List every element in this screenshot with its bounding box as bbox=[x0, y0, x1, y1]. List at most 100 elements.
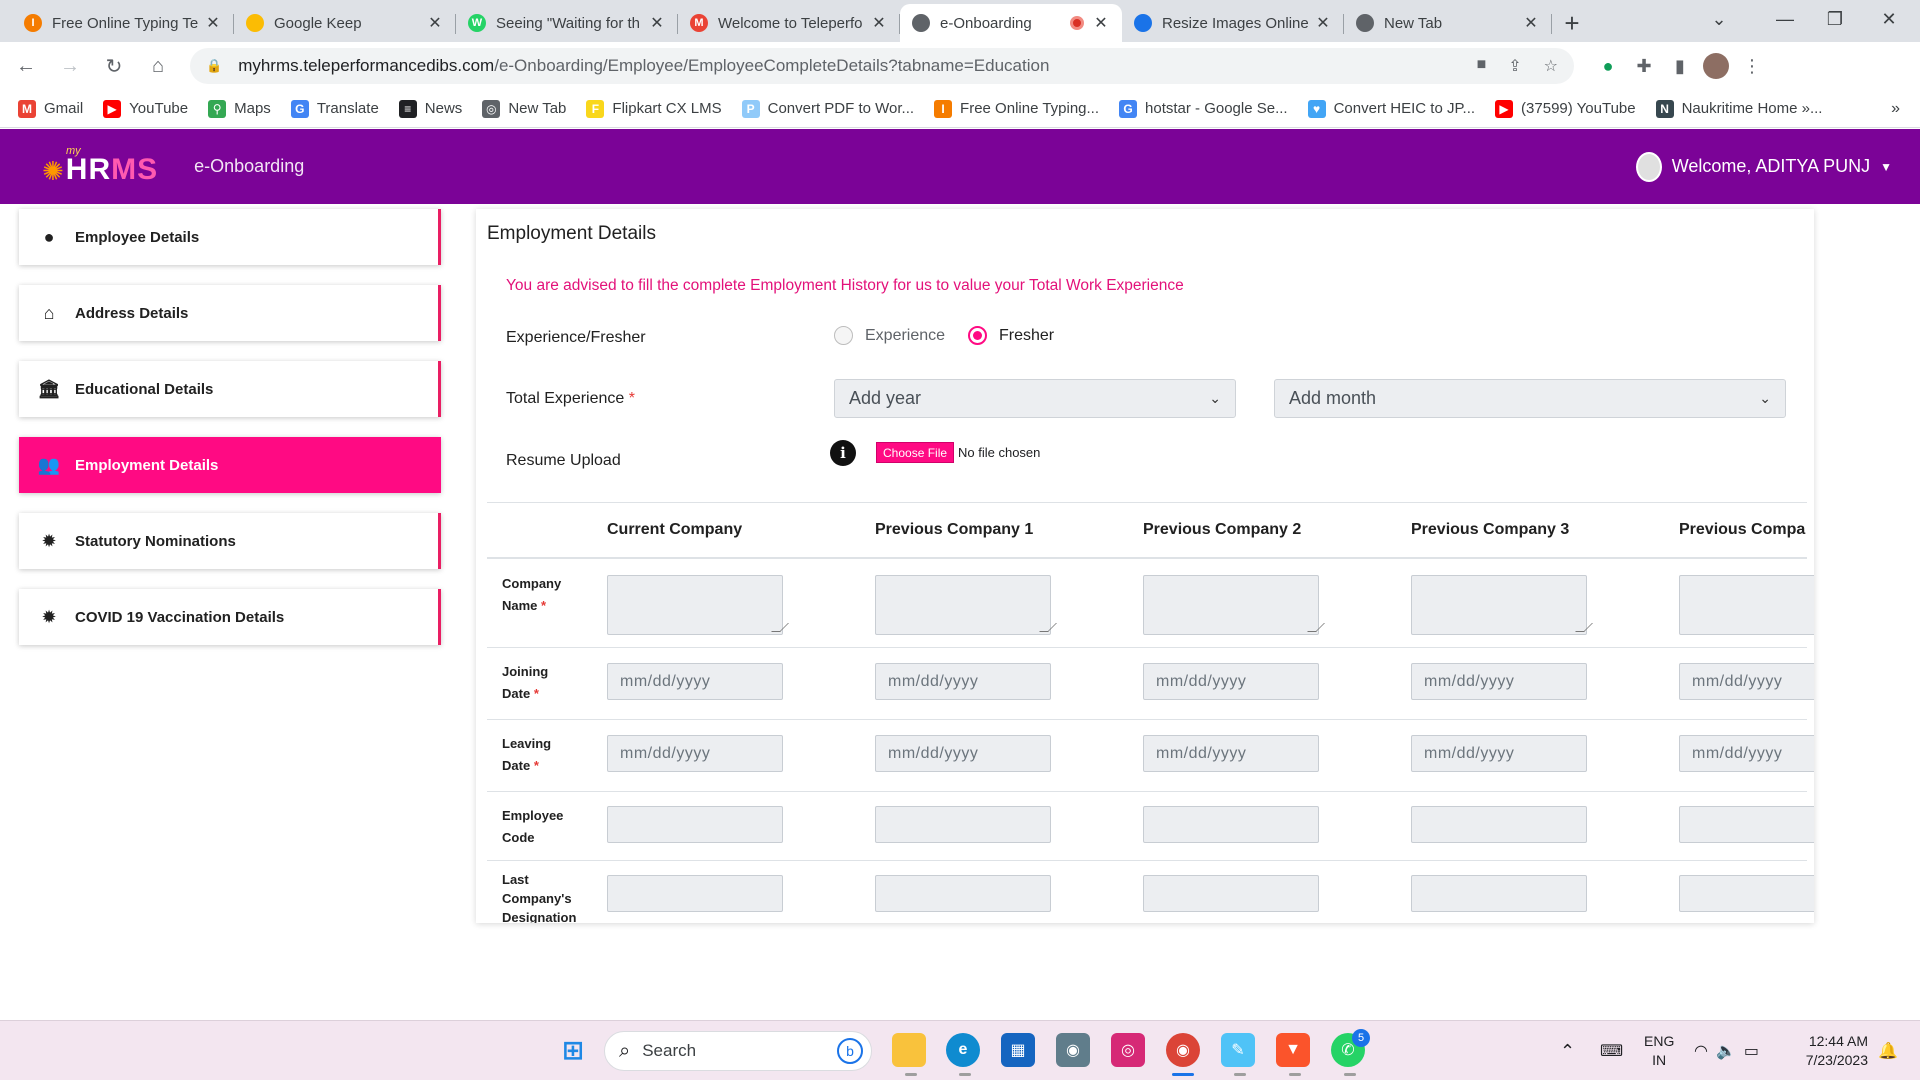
joining-date-input[interactable]: mm/dd/yyyy bbox=[1411, 663, 1587, 700]
leaving-date-input[interactable]: mm/dd/yyyy bbox=[607, 735, 783, 772]
camera-icon[interactable]: ■ bbox=[1477, 56, 1487, 76]
radio-fresher[interactable]: Fresher bbox=[968, 326, 1054, 345]
company-name-textarea[interactable] bbox=[875, 575, 1051, 635]
share-icon[interactable]: ⇪ bbox=[1508, 56, 1521, 76]
clock[interactable]: 12:44 AM 7/23/2023 bbox=[1796, 1021, 1868, 1081]
address-bar[interactable]: 🔒 myhrms.teleperformancedibs.com/e-Onboa… bbox=[190, 48, 1574, 84]
employee-code-input[interactable] bbox=[1143, 806, 1319, 843]
bookmark-item[interactable]: Ghotstar - Google Se... bbox=[1119, 99, 1288, 118]
system-tray[interactable]: ◠ 🔈 ▭ bbox=[1694, 1021, 1759, 1081]
user-menu[interactable]: Welcome, ADITYA PUNJ ▼ bbox=[1635, 151, 1892, 182]
tab-close-icon[interactable]: ✕ bbox=[1092, 13, 1110, 33]
sidebar-item[interactable]: 👥 Employment Details bbox=[19, 437, 441, 493]
bookmarks-overflow-icon[interactable]: » bbox=[1891, 100, 1900, 118]
designation-input[interactable] bbox=[1411, 875, 1587, 912]
joining-date-input[interactable]: mm/dd/yyyy bbox=[607, 663, 783, 700]
sidebar-item[interactable]: 🏛 Educational Details bbox=[19, 361, 441, 417]
bookmark-item[interactable]: P Convert PDF to Wor... bbox=[741, 99, 914, 118]
tab-close-icon[interactable]: ✕ bbox=[648, 13, 666, 33]
bookmark-item[interactable]: F Flipkart CX LMS bbox=[586, 99, 722, 118]
sidebar-item[interactable]: ⌂ Address Details bbox=[19, 285, 441, 341]
employee-code-input[interactable] bbox=[1679, 806, 1814, 843]
bookmark-item[interactable]: ⚲ Maps bbox=[208, 99, 271, 118]
tab-close-icon[interactable]: ✕ bbox=[1522, 13, 1540, 33]
browser-tab[interactable]: e-Onboarding ✕ bbox=[900, 4, 1122, 42]
taskbar-search[interactable]: ⌕ Search b bbox=[604, 1031, 872, 1071]
language-indicator[interactable]: ENG IN bbox=[1644, 1021, 1674, 1081]
bookmark-item[interactable]: G Translate bbox=[290, 99, 379, 118]
year-select[interactable]: Add year ⌄ bbox=[834, 379, 1236, 418]
reload-icon[interactable]: ↻ bbox=[96, 48, 132, 84]
bookmark-item[interactable]: N Naukritime Home »... bbox=[1655, 99, 1822, 118]
minimize-icon[interactable]: — bbox=[1760, 0, 1810, 38]
notifications-icon[interactable]: 🔔 bbox=[1878, 1021, 1898, 1081]
paint-icon[interactable]: ✎ bbox=[1221, 1033, 1255, 1067]
chevron-up-icon[interactable]: ⌃ bbox=[1560, 1021, 1575, 1081]
leaving-date-input[interactable]: mm/dd/yyyy bbox=[1411, 735, 1587, 772]
restore-icon[interactable]: ❐ bbox=[1810, 0, 1860, 38]
myhrms-logo[interactable]: ✺ my HRMS bbox=[42, 145, 158, 187]
tab-close-icon[interactable]: ✕ bbox=[204, 13, 222, 33]
tab-close-icon[interactable]: ✕ bbox=[1314, 13, 1332, 33]
bookmark-item[interactable]: ▶ YouTube bbox=[103, 99, 188, 118]
bookmark-item[interactable]: ▶ (37599) YouTube bbox=[1495, 99, 1636, 118]
radio-experience[interactable]: Experience bbox=[834, 326, 945, 345]
employee-code-input[interactable] bbox=[875, 806, 1051, 843]
leaving-date-input[interactable]: mm/dd/yyyy bbox=[1143, 735, 1319, 772]
file-explorer-icon[interactable] bbox=[892, 1033, 926, 1067]
month-select[interactable]: Add month ⌄ bbox=[1274, 379, 1786, 418]
designation-input[interactable] bbox=[875, 875, 1051, 912]
choose-file-button[interactable]: Choose File bbox=[876, 442, 955, 463]
browser-tab[interactable]: New Tab ✕ bbox=[1344, 4, 1552, 42]
joining-date-input[interactable]: mm/dd/yyyy bbox=[1679, 663, 1814, 700]
sidebar-item[interactable]: ✹ Statutory Nominations bbox=[19, 513, 441, 569]
company-name-textarea[interactable] bbox=[1143, 575, 1319, 635]
employee-code-input[interactable] bbox=[1411, 806, 1587, 843]
store-icon[interactable]: ▦ bbox=[1001, 1033, 1035, 1067]
browser-tab[interactable]: Resize Images Online ✕ bbox=[1122, 4, 1344, 42]
brave-icon[interactable]: ▼ bbox=[1276, 1033, 1310, 1067]
designation-input[interactable] bbox=[1679, 875, 1814, 912]
menu-icon[interactable]: ⋮ bbox=[1734, 48, 1770, 84]
home-icon[interactable]: ⌂ bbox=[140, 48, 176, 84]
company-name-textarea[interactable] bbox=[1411, 575, 1587, 635]
bookmark-item[interactable]: ◎ New Tab bbox=[482, 99, 566, 118]
bookmark-star-icon[interactable]: ☆ bbox=[1544, 56, 1558, 76]
browser-tab[interactable]: M Welcome to Teleperfo ✕ bbox=[678, 4, 900, 42]
new-tab-button[interactable]: + bbox=[1552, 4, 1592, 42]
leaving-date-input[interactable]: mm/dd/yyyy bbox=[875, 735, 1051, 772]
close-window-icon[interactable]: ✕ bbox=[1864, 0, 1914, 38]
side-panel-icon[interactable]: ▮ bbox=[1662, 48, 1698, 84]
forward-icon[interactable]: → bbox=[52, 48, 88, 84]
bookmark-item[interactable]: I Free Online Typing... bbox=[934, 99, 1099, 118]
bookmark-item[interactable]: M Gmail bbox=[18, 99, 83, 118]
browser-tab[interactable]: W Seeing "Waiting for th ✕ bbox=[456, 4, 678, 42]
joining-date-input[interactable]: mm/dd/yyyy bbox=[1143, 663, 1319, 700]
tab-search-icon[interactable]: ⌄ bbox=[1694, 0, 1744, 38]
leaving-date-input[interactable]: mm/dd/yyyy bbox=[1679, 735, 1814, 772]
tab-close-icon[interactable]: ✕ bbox=[426, 13, 444, 33]
instagram-icon[interactable]: ◎ bbox=[1111, 1033, 1145, 1067]
windows-start-icon[interactable]: ⊞ bbox=[556, 1033, 590, 1067]
info-icon[interactable]: i bbox=[830, 440, 856, 466]
profile-avatar[interactable] bbox=[1698, 48, 1734, 84]
extensions-icon[interactable]: ✚ bbox=[1626, 48, 1662, 84]
sidebar-item[interactable]: ✹ COVID 19 Vaccination Details bbox=[19, 589, 441, 645]
bookmark-item[interactable]: ≡ News bbox=[398, 99, 462, 118]
camera-app-icon[interactable]: ◉ bbox=[1056, 1033, 1090, 1067]
back-icon[interactable]: ← bbox=[8, 48, 44, 84]
designation-input[interactable] bbox=[607, 875, 783, 912]
designation-input[interactable] bbox=[1143, 875, 1319, 912]
employee-code-input[interactable] bbox=[607, 806, 783, 843]
tab-close-icon[interactable]: ✕ bbox=[870, 13, 888, 33]
edge-icon[interactable]: e bbox=[946, 1033, 980, 1067]
browser-tab[interactable]: I Free Online Typing Te ✕ bbox=[12, 4, 234, 42]
keyboard-icon[interactable]: ⌨ bbox=[1600, 1021, 1623, 1081]
company-name-textarea[interactable] bbox=[1679, 575, 1814, 635]
joining-date-input[interactable]: mm/dd/yyyy bbox=[875, 663, 1051, 700]
company-name-textarea[interactable] bbox=[607, 575, 783, 635]
browser-tab[interactable]: Google Keep ✕ bbox=[234, 4, 456, 42]
grammarly-icon[interactable]: ● bbox=[1590, 48, 1626, 84]
bookmark-item[interactable]: ♥ Convert HEIC to JP... bbox=[1307, 99, 1475, 118]
sidebar-item[interactable]: ● Employee Details bbox=[19, 209, 441, 265]
